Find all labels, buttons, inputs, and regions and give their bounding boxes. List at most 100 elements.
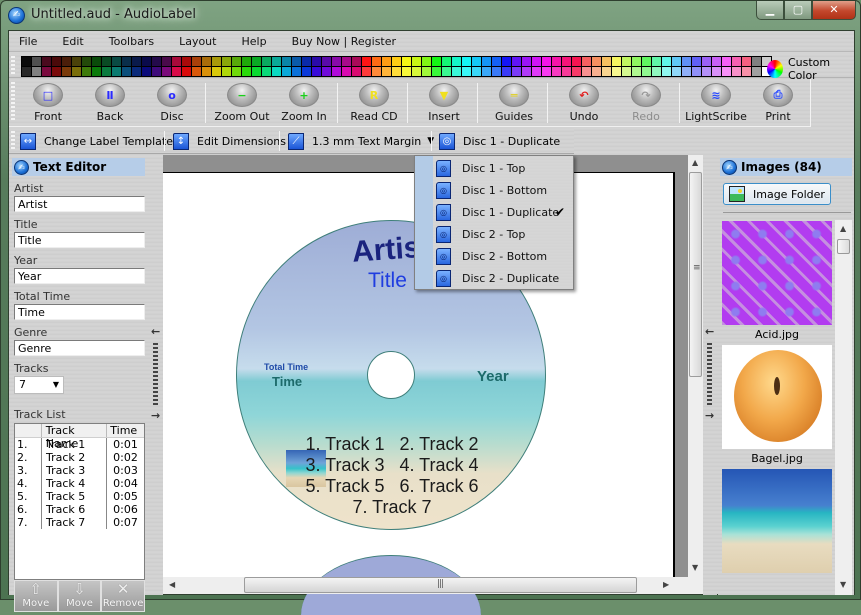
- palette-swatch[interactable]: [652, 57, 661, 66]
- palette-swatch[interactable]: [52, 57, 61, 66]
- palette-swatch[interactable]: [582, 57, 591, 66]
- track-row[interactable]: 7. Track 7 0:07: [15, 516, 144, 529]
- front-button[interactable]: □ Front: [17, 79, 79, 127]
- palette-swatch[interactable]: [442, 67, 451, 76]
- scroll-left-icon[interactable]: ◀: [169, 580, 175, 589]
- move-down-button[interactable]: ⇩ Move: [57, 580, 102, 612]
- palette-swatch[interactable]: [732, 67, 741, 76]
- palette-swatch[interactable]: [22, 57, 31, 66]
- palette-swatch[interactable]: [692, 67, 701, 76]
- menu-toolbars[interactable]: Toolbars: [109, 35, 154, 48]
- palette-swatch[interactable]: [212, 67, 221, 76]
- palette-swatch[interactable]: [372, 57, 381, 66]
- palette-swatch[interactable]: [112, 57, 121, 66]
- disc-menu-item[interactable]: ◎ Disc 2 - Top: [415, 223, 573, 245]
- palette-swatch[interactable]: [42, 67, 51, 76]
- right-splitter[interactable]: ← →: [703, 155, 717, 595]
- track-row[interactable]: 2. Track 2 0:02: [15, 451, 144, 464]
- palette-swatch[interactable]: [232, 67, 241, 76]
- palette-swatch[interactable]: [572, 57, 581, 66]
- disc-track-line[interactable]: 1. Track 1 2. Track 2: [237, 434, 545, 455]
- palette-swatch[interactable]: [602, 57, 611, 66]
- splitter-grip[interactable]: [707, 343, 712, 405]
- palette-swatch[interactable]: [152, 67, 161, 76]
- palette-swatch[interactable]: [412, 67, 421, 76]
- palette-swatch[interactable]: [622, 57, 631, 66]
- palette-swatch[interactable]: [92, 57, 101, 66]
- palette-swatch[interactable]: [222, 67, 231, 76]
- palette-swatch[interactable]: [462, 57, 471, 66]
- menu-layout[interactable]: Layout: [179, 35, 216, 48]
- palette-swatch[interactable]: [322, 67, 331, 76]
- palette-swatch[interactable]: [282, 67, 291, 76]
- palette-swatch[interactable]: [592, 57, 601, 66]
- track-row[interactable]: 5. Track 5 0:05: [15, 490, 144, 503]
- disc-track-line[interactable]: 5. Track 5 6. Track 6: [237, 476, 545, 497]
- palette-swatch[interactable]: [182, 67, 191, 76]
- palette-swatch[interactable]: [112, 67, 121, 76]
- palette-swatch[interactable]: [692, 57, 701, 66]
- disc-year-text[interactable]: Year: [477, 368, 509, 385]
- images-scrollbar[interactable]: ▲ ▼: [835, 220, 852, 595]
- palette-swatch[interactable]: [172, 57, 181, 66]
- palette-swatch[interactable]: [682, 67, 691, 76]
- palette-swatch[interactable]: [602, 67, 611, 76]
- toolbar-grip[interactable]: [11, 131, 15, 151]
- palette-swatch[interactable]: [452, 67, 461, 76]
- disc-title-text[interactable]: Title: [368, 269, 407, 293]
- palette-swatch[interactable]: [642, 67, 651, 76]
- palette-swatch[interactable]: [472, 67, 481, 76]
- palette-swatch[interactable]: [32, 57, 41, 66]
- palette-swatch[interactable]: [352, 57, 361, 66]
- disc-track-line[interactable]: 3. Track 3 4. Track 4: [237, 455, 545, 476]
- image-thumbnail[interactable]: [722, 221, 832, 325]
- palette-swatch[interactable]: [262, 57, 271, 66]
- undo-button[interactable]: ↶ Undo: [553, 79, 615, 127]
- palette-swatch[interactable]: [52, 67, 61, 76]
- tracks-count-select[interactable]: 7 ▼: [14, 376, 64, 394]
- palette-swatch[interactable]: [362, 67, 371, 76]
- palette-swatch[interactable]: [432, 67, 441, 76]
- palette-swatch[interactable]: [392, 57, 401, 66]
- palette-swatch[interactable]: [252, 57, 261, 66]
- palette-swatch[interactable]: [102, 67, 111, 76]
- palette-swatch[interactable]: [342, 67, 351, 76]
- palette-swatch[interactable]: [422, 67, 431, 76]
- palette-swatch[interactable]: [332, 57, 341, 66]
- palette-swatch[interactable]: [592, 67, 601, 76]
- arrow-right-icon[interactable]: →: [151, 409, 160, 422]
- palette-swatch[interactable]: [402, 57, 411, 66]
- palette-swatch[interactable]: [632, 57, 641, 66]
- palette-swatch[interactable]: [132, 67, 141, 76]
- palette-swatch[interactable]: [482, 57, 491, 66]
- palette-swatch[interactable]: [72, 57, 81, 66]
- palette-swatch[interactable]: [22, 67, 31, 76]
- year-input[interactable]: [14, 268, 145, 284]
- menu-file[interactable]: File: [19, 35, 37, 48]
- palette-swatch[interactable]: [222, 57, 231, 66]
- track-row[interactable]: 3. Track 3 0:03: [15, 464, 144, 477]
- image-item[interactable]: Bagel.jpg: [721, 345, 833, 469]
- palette-swatch[interactable]: [522, 57, 531, 66]
- disc-menu-item[interactable]: ◎ Disc 1 - Top: [415, 157, 573, 179]
- palette-swatch[interactable]: [502, 67, 511, 76]
- toolbar-grip[interactable]: [11, 56, 15, 74]
- scroll-right-icon[interactable]: ▶: [663, 580, 669, 589]
- disc-button[interactable]: o Disc: [141, 79, 203, 127]
- palette-swatch[interactable]: [482, 67, 491, 76]
- palette-swatch[interactable]: [282, 57, 291, 66]
- palette-swatch[interactable]: [242, 67, 251, 76]
- scroll-down-icon[interactable]: ▼: [840, 580, 846, 589]
- maximize-button[interactable]: ▢: [784, 1, 812, 20]
- palette-swatch[interactable]: [192, 67, 201, 76]
- image-thumbnail[interactable]: [722, 345, 832, 449]
- palette-swatch[interactable]: [42, 57, 51, 66]
- change-label-template-button[interactable]: ↔ Change Label Template: [20, 130, 173, 152]
- palette-swatch[interactable]: [132, 57, 141, 66]
- menu-edit[interactable]: Edit: [62, 35, 83, 48]
- column-time[interactable]: Time: [107, 424, 144, 437]
- palette-swatch[interactable]: [152, 57, 161, 66]
- palette-swatch[interactable]: [202, 67, 211, 76]
- palette-swatch[interactable]: [72, 67, 81, 76]
- palette-swatch[interactable]: [302, 67, 311, 76]
